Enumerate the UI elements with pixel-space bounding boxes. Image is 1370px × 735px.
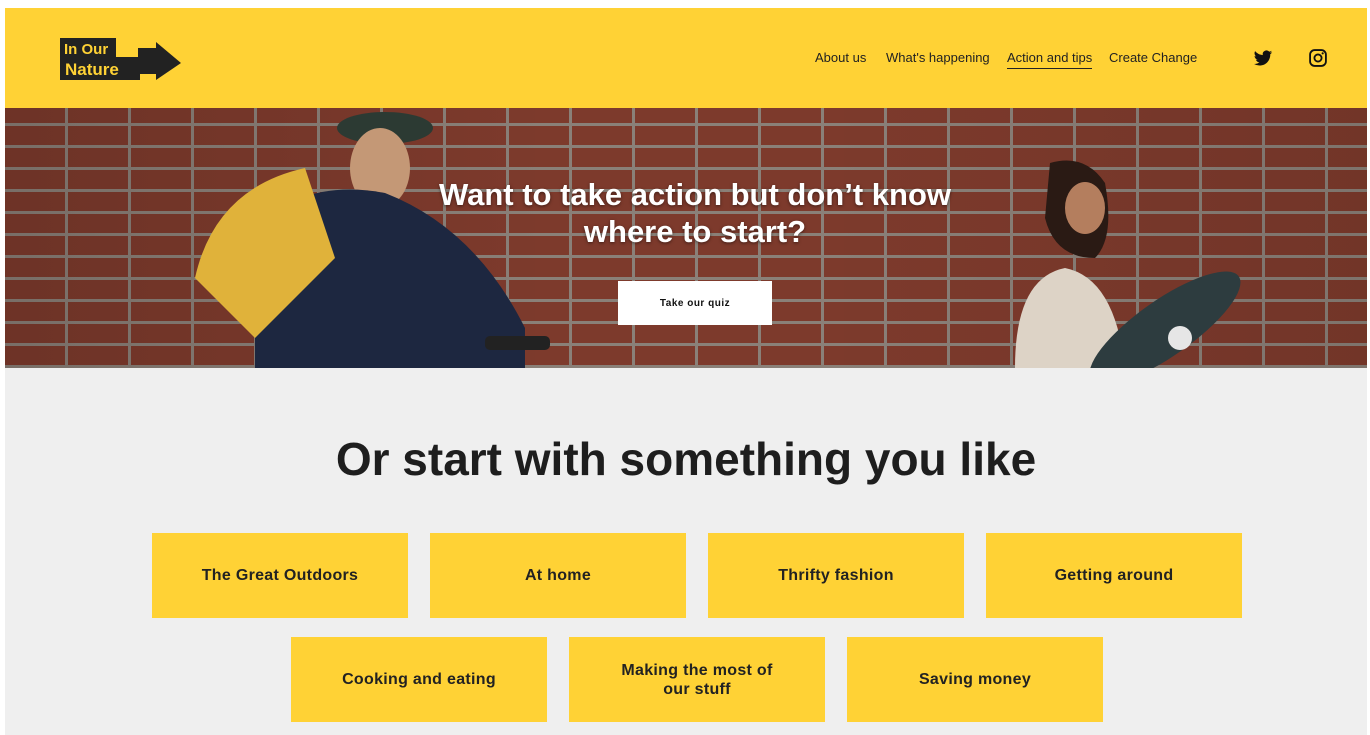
- twitter-icon[interactable]: [1253, 48, 1273, 73]
- page: In Our Nature About us What's happening …: [5, 8, 1367, 735]
- category-great-outdoors[interactable]: The Great Outdoors: [152, 533, 408, 618]
- categories-title: Or start with something you like: [335, 433, 1037, 485]
- category-cooking-eating[interactable]: Cooking and eating: [291, 637, 547, 722]
- hero-title: Want to take action but don’t know where…: [438, 177, 952, 249]
- nav-about-us[interactable]: About us: [815, 50, 866, 65]
- hero-banner: Want to take action but don’t know where…: [5, 108, 1367, 368]
- nav-action-and-tips[interactable]: Action and tips: [1007, 50, 1093, 69]
- site-logo[interactable]: In Our Nature: [60, 38, 182, 82]
- logo-text-line2: Nature: [65, 60, 119, 79]
- category-thrifty-fashion[interactable]: Thrifty fashion: [708, 533, 964, 618]
- category-making-most-of-stuff[interactable]: Making the most of our stuff: [569, 637, 825, 722]
- category-at-home[interactable]: At home: [430, 533, 686, 618]
- logo-text-line1: In Our: [64, 41, 108, 58]
- nav-create-change[interactable]: Create Change: [1109, 50, 1197, 65]
- category-getting-around[interactable]: Getting around: [986, 533, 1242, 618]
- instagram-icon[interactable]: [1308, 48, 1328, 73]
- site-header: In Our Nature About us What's happening …: [5, 8, 1367, 108]
- category-saving-money[interactable]: Saving money: [847, 637, 1103, 722]
- nav-whats-happening[interactable]: What's happening: [886, 50, 990, 65]
- take-quiz-button[interactable]: Take our quiz: [618, 281, 772, 325]
